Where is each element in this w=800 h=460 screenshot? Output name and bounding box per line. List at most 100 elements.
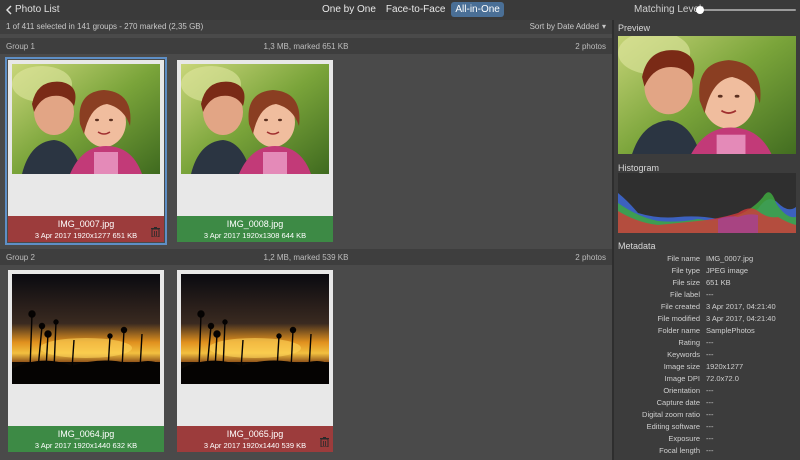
metadata-key: Exposure	[668, 434, 700, 443]
metadata-value: ---	[706, 434, 714, 443]
metadata-key: File label	[669, 290, 700, 299]
mode-one-by-one[interactable]: One by One	[318, 2, 380, 17]
metadata-row: Image DPI 72.0x72.0	[614, 374, 800, 386]
inspector-panel: Preview Histogram Metadata File name IMG_…	[614, 20, 800, 460]
metadata-key: Rating	[678, 338, 700, 347]
photo-label-kept: IMG_0008.jpg 3 Apr 2017 1920x1308 644 KB	[177, 216, 333, 242]
metadata-row: Editing software ---	[614, 422, 800, 434]
metadata-value: 651 KB	[706, 278, 731, 287]
metadata-row: Capture date ---	[614, 398, 800, 410]
metadata-value: ---	[706, 446, 714, 455]
metadata-row: File name IMG_0007.jpg	[614, 254, 800, 266]
trash-icon[interactable]	[320, 437, 329, 449]
photo-thumbnail	[12, 274, 160, 384]
chevron-left-icon	[6, 4, 12, 15]
group-photo-count: 2 photos	[575, 42, 606, 51]
metadata-key: File name	[667, 254, 700, 263]
metadata-row: File created 3 Apr 2017, 04:21:40	[614, 302, 800, 314]
metadata-row: Keywords ---	[614, 350, 800, 362]
metadata-value: 3 Apr 2017, 04:21:40	[706, 314, 776, 323]
photo-card[interactable]: IMG_0008.jpg 3 Apr 2017 1920x1308 644 KB	[177, 60, 333, 242]
photo-label-marked: IMG_0065.jpg 3 Apr 2017 1920x1440 539 KB	[177, 426, 333, 452]
metadata-key: Editing software	[646, 422, 700, 431]
metadata-key: Image DPI	[664, 374, 700, 383]
metadata-value: 1920x1277	[706, 362, 744, 371]
group-size: 1,3 MB, marked 651 KB	[263, 42, 349, 51]
histogram-chart	[618, 173, 796, 233]
photo-meta: 3 Apr 2017 1920x1277 651 KB	[34, 231, 138, 240]
metadata-row: File type JPEG image	[614, 266, 800, 278]
metadata-key: File size	[672, 278, 700, 287]
metadata-key: Keywords	[667, 350, 700, 359]
trash-icon[interactable]	[151, 227, 160, 239]
metadata-row: File size 651 KB	[614, 278, 800, 290]
histogram-section: Histogram	[614, 160, 800, 238]
metadata-key: File modified	[657, 314, 700, 323]
photo-label-marked: IMG_0007.jpg 3 Apr 2017 1920x1277 651 KB	[8, 216, 164, 242]
photo-meta: 3 Apr 2017 1920x1440 539 KB	[203, 441, 307, 450]
metadata-row: Orientation ---	[614, 386, 800, 398]
metadata-value: IMG_0007.jpg	[706, 254, 754, 263]
view-mode-switcher: One by One Face-to-Face All-in-One	[318, 2, 504, 17]
chevron-down-icon: ▾	[601, 22, 606, 31]
photo-card[interactable]: IMG_0064.jpg 3 Apr 2017 1920x1440 632 KB	[8, 270, 164, 452]
photo-filename: IMG_0064.jpg	[57, 429, 115, 439]
metadata-key: Digital zoom ratio	[642, 410, 700, 419]
metadata-row: File label ---	[614, 290, 800, 302]
metadata-value: JPEG image	[706, 266, 749, 275]
metadata-value: ---	[706, 422, 714, 431]
metadata-value: 3 Apr 2017, 04:21:40	[706, 302, 776, 311]
photo-card[interactable]: IMG_0007.jpg 3 Apr 2017 1920x1277 651 KB	[5, 57, 167, 245]
photo-meta: 3 Apr 2017 1920x1308 644 KB	[203, 231, 307, 240]
mode-face-to-face[interactable]: Face-to-Face	[382, 2, 449, 17]
matching-level-slider[interactable]	[696, 6, 796, 14]
metadata-row: File modified 3 Apr 2017, 04:21:40	[614, 314, 800, 326]
metadata-row: Rating ---	[614, 338, 800, 350]
metadata-row: Digital zoom ratio ---	[614, 410, 800, 422]
metadata-key: File created	[660, 302, 700, 311]
metadata-value: ---	[706, 350, 714, 359]
metadata-row: Folder name SamplePhotos	[614, 326, 800, 338]
metadata-key: Folder name	[657, 326, 700, 335]
photo-filename: IMG_0008.jpg	[226, 219, 284, 229]
metadata-key: Orientation	[663, 386, 700, 395]
group-header: Group 1 1,3 MB, marked 651 KB 2 photos	[0, 38, 612, 54]
sort-dropdown[interactable]: Sort by Date Added ▾	[530, 22, 606, 31]
photo-thumbnail	[181, 274, 329, 384]
metadata-row: Exposure ---	[614, 434, 800, 446]
photo-label-kept: IMG_0064.jpg 3 Apr 2017 1920x1440 632 KB	[8, 426, 164, 452]
sort-label: Sort by Date Added	[529, 22, 599, 31]
metadata-value: ---	[706, 386, 714, 395]
metadata-key: Capture date	[656, 398, 700, 407]
group-size: 1,2 MB, marked 539 KB	[263, 253, 349, 262]
slider-knob[interactable]	[696, 6, 704, 14]
metadata-value: ---	[706, 398, 714, 407]
top-toolbar: Photo List One by One Face-to-Face All-i…	[0, 0, 800, 20]
metadata-row: Focal length ---	[614, 446, 800, 458]
mode-all-in-one[interactable]: All-in-One	[451, 2, 504, 17]
metadata-key: Image size	[663, 362, 700, 371]
metadata-value: ---	[706, 410, 714, 419]
matching-level-label: Matching Level:	[634, 4, 705, 15]
back-to-photo-list-button[interactable]: Photo List	[6, 4, 59, 15]
metadata-row: Image size 1920x1277	[614, 362, 800, 374]
metadata-section: Metadata File name IMG_0007.jpg File type J…	[614, 238, 800, 460]
preview-image	[618, 36, 796, 154]
preview-title: Preview	[618, 23, 651, 33]
metadata-value: SamplePhotos	[706, 326, 755, 335]
metadata-key: Focal length	[659, 446, 700, 455]
preview-section: Preview	[614, 20, 800, 156]
histogram-title: Histogram	[618, 163, 660, 173]
metadata-value: ---	[706, 290, 714, 299]
selection-summary: 1 of 411 selected in 141 groups - 270 ma…	[6, 22, 204, 31]
group-photo-count: 2 photos	[575, 253, 606, 262]
back-label: Photo List	[15, 4, 60, 15]
photo-thumbnail	[12, 64, 160, 174]
photo-filename: IMG_0007.jpg	[57, 219, 115, 229]
photo-meta: 3 Apr 2017 1920x1440 632 KB	[34, 441, 138, 450]
metadata-title: Metadata	[618, 241, 656, 251]
photo-thumbnail	[181, 64, 329, 174]
metadata-value: ---	[706, 338, 714, 347]
photo-card[interactable]: IMG_0065.jpg 3 Apr 2017 1920x1440 539 KB	[177, 270, 333, 452]
group-header: Group 2 1,2 MB, marked 539 KB 2 photos	[0, 249, 612, 265]
